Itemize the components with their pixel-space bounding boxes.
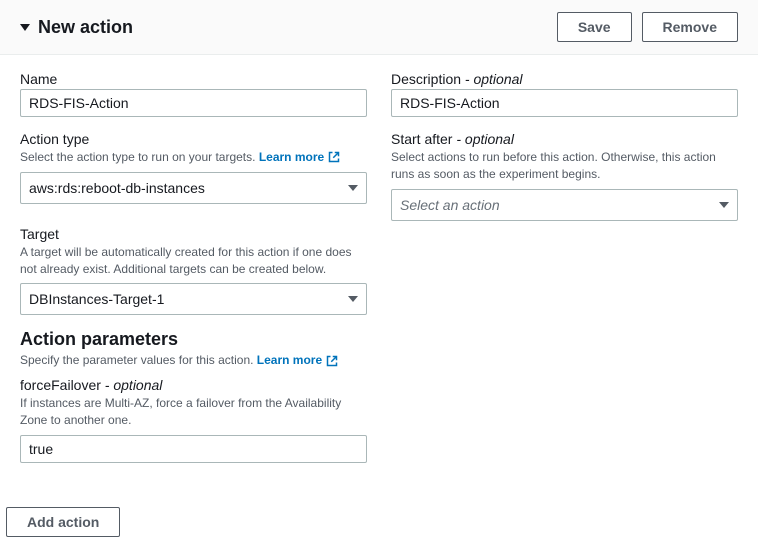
description-optional: - optional (461, 71, 522, 87)
action-type-learn-more-link[interactable]: Learn more (259, 149, 340, 166)
target-value: DBInstances-Target-1 (29, 291, 164, 307)
action-type-desc-text: Select the action type to run on your ta… (20, 150, 259, 164)
params-desc-text: Specify the parameter values for this ac… (20, 353, 257, 367)
action-type-field: Action type Select the action type to ru… (20, 131, 367, 204)
start-after-label-text: Start after (391, 131, 452, 147)
panel-title: New action (38, 17, 133, 38)
start-after-optional: - optional (452, 131, 513, 147)
force-failover-field: forceFailover - optional If instances ar… (20, 377, 367, 463)
action-parameters-section: Action parameters Specify the parameter … (20, 329, 367, 462)
start-after-label: Start after - optional (391, 131, 738, 147)
force-failover-label-text: forceFailover (20, 377, 101, 393)
start-after-desc: Select actions to run before this action… (391, 149, 738, 183)
header-buttons: Save Remove (557, 12, 738, 42)
footer: Add action (0, 497, 758, 553)
action-parameters-heading: Action parameters (20, 329, 367, 350)
action-type-select[interactable]: aws:rds:reboot-db-instances (20, 172, 367, 204)
force-failover-input[interactable] (20, 435, 367, 463)
force-failover-label: forceFailover - optional (20, 377, 367, 393)
add-action-button[interactable]: Add action (6, 507, 120, 537)
action-type-desc: Select the action type to run on your ta… (20, 149, 367, 166)
force-failover-desc: If instances are Multi-AZ, force a failo… (20, 395, 367, 429)
name-input[interactable] (20, 89, 367, 117)
chevron-down-icon (719, 202, 729, 208)
panel-title-wrap[interactable]: New action (20, 17, 133, 38)
action-type-value: aws:rds:reboot-db-instances (29, 180, 205, 196)
description-label-text: Description (391, 71, 461, 87)
action-type-label: Action type (20, 131, 367, 147)
chevron-down-icon (348, 185, 358, 191)
force-failover-optional: - optional (101, 377, 162, 393)
right-column: Description - optional Start after - opt… (391, 71, 738, 477)
save-button[interactable]: Save (557, 12, 632, 42)
params-learn-more-link[interactable]: Learn more (257, 352, 338, 369)
left-column: Name Action type Select the action type … (20, 71, 367, 477)
panel-header: New action Save Remove (0, 0, 758, 55)
description-label: Description - optional (391, 71, 738, 87)
action-parameters-desc: Specify the parameter values for this ac… (20, 352, 367, 369)
target-select[interactable]: DBInstances-Target-1 (20, 283, 367, 315)
start-after-select[interactable]: Select an action (391, 189, 738, 221)
description-input[interactable] (391, 89, 738, 117)
caret-down-icon (20, 24, 30, 31)
external-link-icon (328, 151, 340, 163)
name-field: Name (20, 71, 367, 117)
panel-body: Name Action type Select the action type … (0, 55, 758, 497)
description-field: Description - optional (391, 71, 738, 117)
learn-more-text: Learn more (257, 352, 322, 369)
chevron-down-icon (348, 296, 358, 302)
external-link-icon (326, 355, 338, 367)
name-label: Name (20, 71, 367, 87)
learn-more-text: Learn more (259, 149, 324, 166)
start-after-field: Start after - optional Select actions to… (391, 131, 738, 221)
start-after-placeholder: Select an action (400, 197, 500, 213)
remove-button[interactable]: Remove (642, 12, 738, 42)
target-label: Target (20, 226, 367, 242)
target-desc: A target will be automatically created f… (20, 244, 367, 278)
target-field: Target A target will be automatically cr… (20, 226, 367, 316)
